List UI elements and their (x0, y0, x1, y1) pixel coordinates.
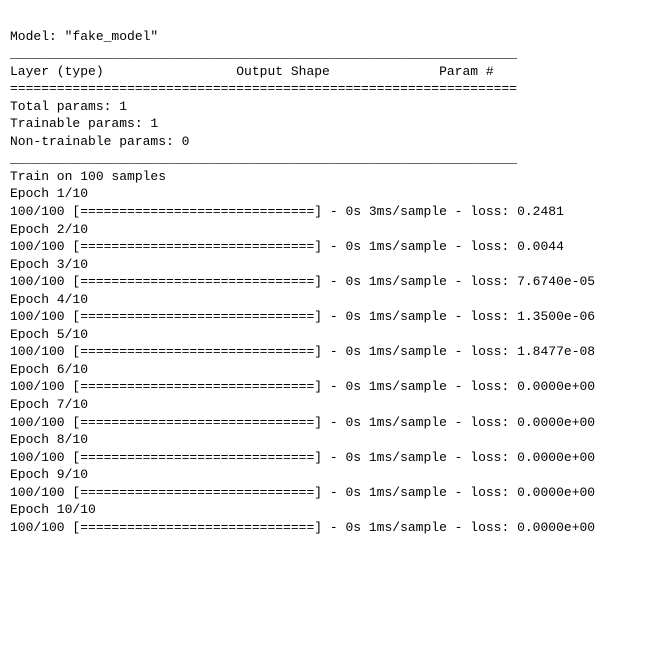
header-row: Layer (type) Output Shape Param # (10, 63, 658, 81)
epoch-4-label: Epoch 4/10 (10, 291, 658, 309)
train-on: Train on 100 samples (10, 168, 658, 186)
epoch-7-label: Epoch 7/10 (10, 396, 658, 414)
underscore-rule-1: ________________________________________… (10, 45, 658, 63)
epoch-10-progress: 100/100 [==============================]… (10, 519, 658, 537)
epoch-9-label: Epoch 9/10 (10, 466, 658, 484)
epoch-7-progress: 100/100 [==============================]… (10, 414, 658, 432)
epoch-6-label: Epoch 6/10 (10, 361, 658, 379)
total-params: Total params: 1 (10, 98, 658, 116)
epoch-3-progress: 100/100 [==============================]… (10, 273, 658, 291)
underscore-rule-2: ________________________________________… (10, 150, 658, 168)
epoch-1-progress: 100/100 [==============================]… (10, 203, 658, 221)
trainable-params: Trainable params: 1 (10, 115, 658, 133)
epoch-5-label: Epoch 5/10 (10, 326, 658, 344)
epoch-3-label: Epoch 3/10 (10, 256, 658, 274)
console-output: Model: "fake_model"_____________________… (10, 28, 658, 537)
epoch-2-progress: 100/100 [==============================]… (10, 238, 658, 256)
non-trainable-params: Non-trainable params: 0 (10, 133, 658, 151)
epoch-6-progress: 100/100 [==============================]… (10, 378, 658, 396)
epoch-4-progress: 100/100 [==============================]… (10, 308, 658, 326)
epoch-5-progress: 100/100 [==============================]… (10, 343, 658, 361)
epoch-8-label: Epoch 8/10 (10, 431, 658, 449)
epoch-9-progress: 100/100 [==============================]… (10, 484, 658, 502)
epoch-10-label: Epoch 10/10 (10, 501, 658, 519)
equals-rule-1: ========================================… (10, 80, 658, 98)
epoch-8-progress: 100/100 [==============================]… (10, 449, 658, 467)
epoch-2-label: Epoch 2/10 (10, 221, 658, 239)
model-name-line: Model: "fake_model" (10, 28, 658, 46)
epoch-1-label: Epoch 1/10 (10, 185, 658, 203)
